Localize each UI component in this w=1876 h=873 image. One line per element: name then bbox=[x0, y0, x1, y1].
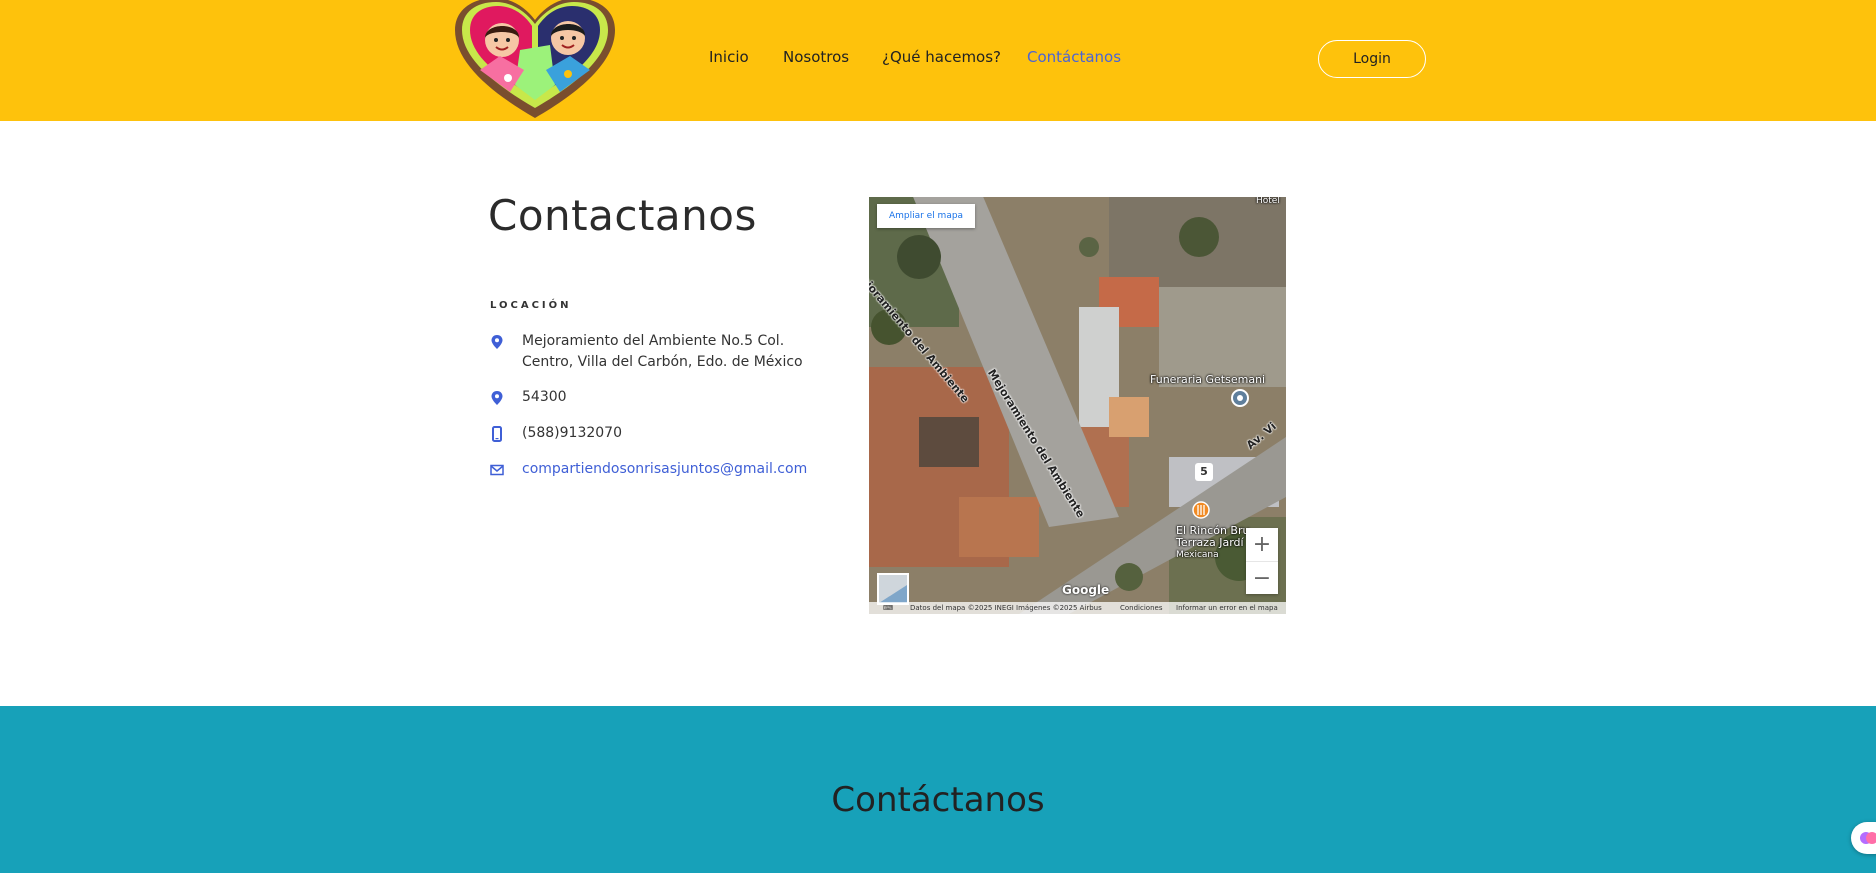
page-title: Contactanos bbox=[488, 191, 757, 240]
nav-inicio[interactable]: Inicio bbox=[709, 48, 749, 66]
zoom-control: + − bbox=[1246, 528, 1278, 594]
google-map[interactable]: Ampliar el mapa Hotel Mejoramiento del A… bbox=[869, 197, 1286, 614]
nav-que-hacemos[interactable]: ¿Qué hacemos? bbox=[882, 48, 1001, 66]
site-header: Inicio Nosotros ¿Qué hacemos? Contáctano… bbox=[0, 0, 1876, 121]
phone-icon bbox=[492, 426, 502, 442]
expand-map-button[interactable]: Ampliar el mapa bbox=[877, 204, 975, 228]
address-text: Mejoramiento del Ambiente No.5 Col. Cent… bbox=[522, 331, 822, 373]
poi-restaurant-label[interactable]: El Rincón Bru Terraza Jardí Mexicana bbox=[1176, 525, 1249, 561]
brain-icon bbox=[1860, 832, 1876, 844]
phone-text: (588)9132070 bbox=[522, 425, 622, 441]
heart-logo-icon bbox=[455, 0, 615, 118]
google-logo: Google bbox=[1062, 583, 1110, 597]
map-report-link[interactable]: Informar un error en el mapa bbox=[1176, 604, 1278, 612]
address-row: Mejoramiento del Ambiente No.5 Col. Cent… bbox=[490, 331, 830, 375]
contact-section-title: Contáctanos bbox=[831, 780, 1045, 820]
location-label: LOCACIÓN bbox=[490, 300, 572, 311]
map-terms-link[interactable]: Condiciones bbox=[1120, 604, 1162, 612]
poi-restaurant-name-2: Terraza Jardí bbox=[1176, 536, 1244, 549]
nav-contactanos[interactable]: Contáctanos bbox=[1027, 48, 1121, 66]
restaurant-marker-icon[interactable] bbox=[1192, 501, 1210, 519]
keyboard-icon[interactable]: ⌨ bbox=[883, 604, 893, 612]
postal-code-text: 54300 bbox=[522, 389, 567, 405]
postal-code-row: 54300 bbox=[490, 387, 830, 409]
poi-funeraria-label[interactable]: Funeraria Getsemani bbox=[1150, 373, 1265, 386]
poi-marker-icon[interactable] bbox=[1231, 389, 1249, 407]
zoom-in-button[interactable]: + bbox=[1246, 528, 1278, 561]
login-button[interactable]: Login bbox=[1318, 40, 1426, 78]
email-row: compartiendosonrisasjuntos@gmail.com bbox=[490, 459, 830, 481]
floating-widget-button[interactable] bbox=[1851, 822, 1876, 854]
phone-row: (588)9132070 bbox=[490, 423, 830, 445]
layers-icon bbox=[879, 585, 907, 603]
map-pin-icon bbox=[491, 391, 503, 405]
logo[interactable] bbox=[450, 0, 620, 121]
email-link[interactable]: compartiendosonrisasjuntos@gmail.com bbox=[522, 459, 822, 480]
map-attribution: ⌨ Datos del mapa ©2025 INEGI Imágenes ©2… bbox=[869, 602, 1286, 614]
route-marker: 5 bbox=[1195, 463, 1213, 481]
poi-restaurant-category: Mexicana bbox=[1176, 550, 1219, 560]
zoom-out-button[interactable]: − bbox=[1246, 561, 1278, 595]
address-line-1: Mejoramiento del Ambiente No.5 Col. bbox=[522, 333, 785, 349]
map-data-attribution: Datos del mapa ©2025 INEGI Imágenes ©202… bbox=[910, 604, 1102, 612]
map-pin-icon bbox=[491, 335, 503, 349]
mail-icon bbox=[490, 464, 504, 476]
contact-section: Contáctanos bbox=[0, 706, 1876, 873]
address-line-2: Centro, Villa del Carbón, Edo. de México bbox=[522, 354, 803, 370]
map-layer-toggle[interactable] bbox=[877, 573, 909, 605]
map-corner-label: Hotel bbox=[1256, 197, 1280, 206]
nav-nosotros[interactable]: Nosotros bbox=[783, 48, 849, 66]
